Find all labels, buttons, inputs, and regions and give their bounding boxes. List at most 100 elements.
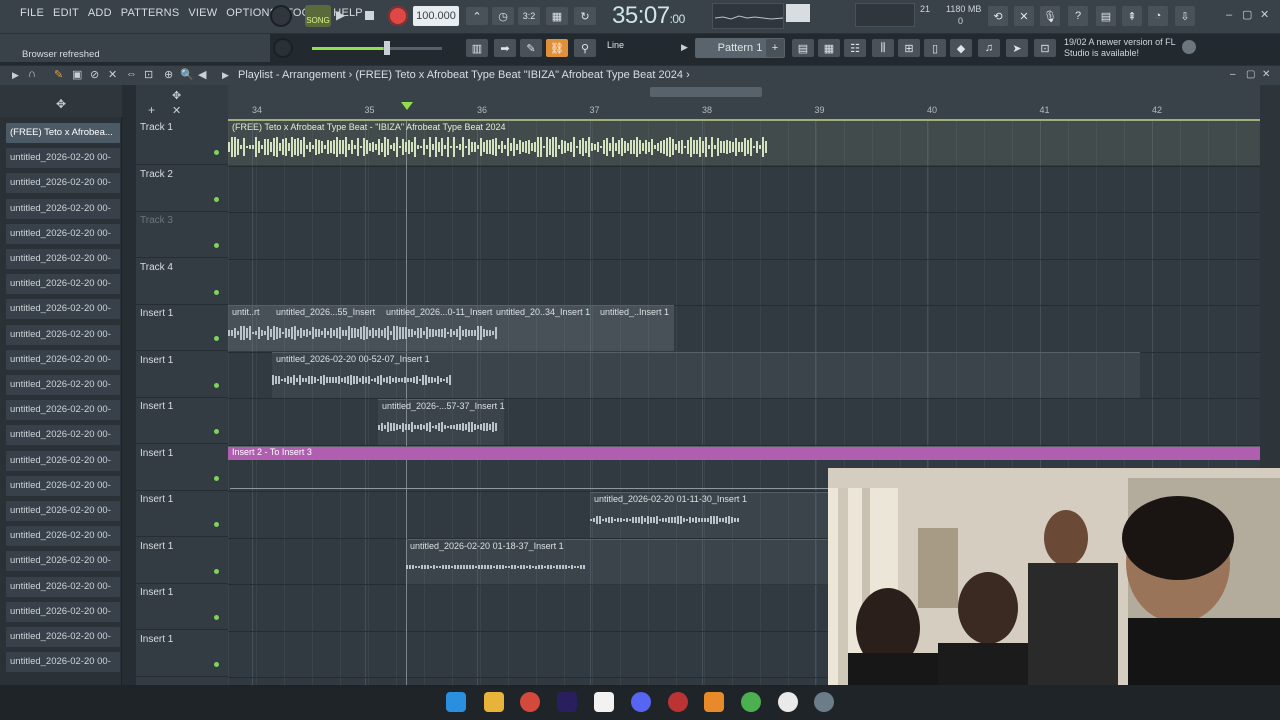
shop-icon[interactable]: ⊡ [1034,39,1056,57]
metronome-icon[interactable]: ⌃ [466,7,488,25]
mute-tool-icon[interactable]: ✕ [108,68,117,81]
help-icon[interactable]: ? [1068,6,1088,26]
browser-item[interactable]: untitled_2026-02-20 00- [6,324,120,345]
audio-clip-vocal-4[interactable]: untitled_2026-02-20 01-11-30_Insert 1 [590,492,828,538]
browser-item[interactable]: untitled_2026-02-20 00- [6,299,120,320]
discord-icon[interactable] [631,692,651,712]
browser-item[interactable]: untitled_2026-02-20 00- [6,576,120,597]
browser-item[interactable]: untitled_2026-02-20 00- [6,652,120,673]
minimize-icon[interactable]: – [1226,9,1232,21]
track-led[interactable] [214,661,219,667]
browser-item[interactable]: untitled_2026-02-20 00- [6,349,120,370]
maximize-icon[interactable]: ▢ [1242,8,1252,21]
browser-item[interactable]: untitled_2026-02-20 00- [6,601,120,622]
menu-patterns[interactable]: PATTERNS [121,7,180,19]
track-header[interactable]: Insert 1 [136,584,228,630]
track-header[interactable]: Track 3 [136,212,228,258]
chrome-icon[interactable] [520,692,540,712]
playback-tool-icon[interactable]: ◀ [198,68,206,81]
pattern-prev-icon[interactable]: ▶ [681,42,688,53]
zoom-search-icon[interactable]: 🔍 [180,68,194,81]
mic-icon[interactable]: 🎙 [1040,6,1060,26]
browser-item[interactable]: untitled_2026-02-20 00- [6,526,120,547]
track-header[interactable]: Insert 1 [136,305,228,351]
add-pattern-icon[interactable]: + [766,39,784,57]
menu-file[interactable]: FILE [20,7,44,19]
track-led[interactable] [214,196,219,202]
playlist-close-icon[interactable]: ✕ [1262,69,1270,80]
fl-studio-icon[interactable] [704,692,724,712]
playhead-marker[interactable] [401,102,413,110]
chrome-2-icon[interactable] [741,692,761,712]
tempo-display[interactable]: 100.000 [413,6,459,26]
zoom-tool-icon[interactable]: ⊕ [164,68,173,81]
audio-clip-vocal-2[interactable]: untitled_2026-02-20 00-52-07_Insert 1 [272,352,1140,398]
paint-icon[interactable]: ▣ [72,68,82,81]
snap-select[interactable]: Line [607,40,669,56]
browser-item[interactable]: untitled_2026-02-20 00- [6,400,120,421]
master-volume-knob[interactable] [270,5,292,27]
step-edit-icon[interactable]: ▦ [546,7,568,25]
browser-item[interactable]: untitled_2026-02-20 00- [6,450,120,471]
browser-item[interactable]: (FREE) Teto x Afrobea... [6,123,120,143]
slip-tool-icon[interactable]: ⇔ [126,68,137,80]
wait-record-icon[interactable]: ◷ [492,7,514,25]
download-icon[interactable]: ⇩ [1175,6,1195,26]
plugin-icon[interactable]: ⊞ [898,39,920,57]
mixer-icon[interactable]: ☷ [844,39,866,57]
track-led[interactable] [214,429,219,434]
track-header[interactable]: Insert 1 [136,352,228,398]
file-explorer-icon[interactable] [484,692,504,712]
link-icon[interactable]: ⛓ [546,39,568,57]
tempo-tap-icon[interactable]: ♫ [978,39,1000,57]
browser-item[interactable]: untitled_2026-02-20 00- [6,274,120,295]
mixer-bars-icon[interactable]: ⫼ [872,39,894,57]
track-led[interactable] [214,336,219,341]
track-led[interactable] [214,615,219,620]
header-arrow-icon[interactable]: ▶ [12,70,19,81]
audio-clip-vocal-1[interactable]: untit..rt untitled_2026...55_Insert unti… [228,305,674,351]
track-header[interactable]: Track 4 [136,259,228,305]
browser-item[interactable]: untitled_2026-02-20 00- [6,501,120,521]
timeline-ruler[interactable]: 34 35 36 37 38 39 40 41 42 [228,85,1260,119]
countdown-icon[interactable]: 3:2 [518,7,540,25]
close-icon[interactable]: ✕ [1260,8,1269,21]
track-led[interactable] [214,289,219,295]
audio-clip-vocal-3[interactable]: untitled_2026-...57-37_Insert 1 [378,399,505,445]
record-button[interactable] [388,6,408,26]
magnet-icon[interactable]: ∩ [28,68,36,80]
browser-icon[interactable]: ▯ [924,39,946,57]
track-led[interactable] [214,568,219,574]
recorder-icon[interactable] [668,692,688,712]
browser-item[interactable]: untitled_2026-02-20 00- [6,375,120,395]
browser-item[interactable]: untitled_2026-02-20 00- [6,475,120,496]
track-led[interactable] [214,243,219,248]
audio-clip-vocal-5[interactable]: untitled_2026-02-20 01-18-37_Insert 1 [406,539,828,585]
loop-record-icon[interactable]: ↻ [574,7,596,25]
browser-collapse-icon[interactable]: ✥ [56,97,66,111]
save-icon[interactable]: ▤ [1096,6,1116,26]
edge-icon[interactable] [778,692,798,712]
menu-add[interactable]: ADD [88,7,112,19]
update-notice[interactable]: 19/02 A newer version of FL Studio is av… [1064,37,1184,59]
track-header[interactable]: Track 1 [136,119,228,165]
remove-track-icon[interactable]: ✕ [172,104,181,117]
master-pitch-slider[interactable] [312,47,442,50]
add-track-icon[interactable]: + [148,103,155,117]
browser-item[interactable]: untitled_2026-02-20 00- [6,148,120,169]
playlist-icon[interactable]: ▤ [792,39,814,57]
pencil-icon[interactable]: ✎ [520,39,542,57]
play-button[interactable]: ▶ [336,8,352,24]
stamp-icon[interactable]: ⚲ [574,39,596,57]
audio-clip-beat[interactable]: (FREE) Teto x Afrobeat Type Beat - "IBIZ… [228,119,1260,165]
track-led[interactable] [214,475,219,481]
browser-item[interactable]: untitled_2026-02-20 00- [6,551,120,572]
premiere-icon[interactable] [557,692,577,712]
browser-item[interactable]: untitled_2026-02-20 00- [6,627,120,647]
undo-icon[interactable]: ⟲ [988,6,1008,26]
automation-clip[interactable]: Insert 2 - To Insert 3 [228,446,1260,460]
stop-button[interactable] [362,8,378,24]
delete-tool-icon[interactable]: ⊘ [90,68,99,81]
track-header[interactable]: Insert 1 [136,398,228,444]
playlist-maximize-icon[interactable]: ▢ [1246,69,1255,80]
